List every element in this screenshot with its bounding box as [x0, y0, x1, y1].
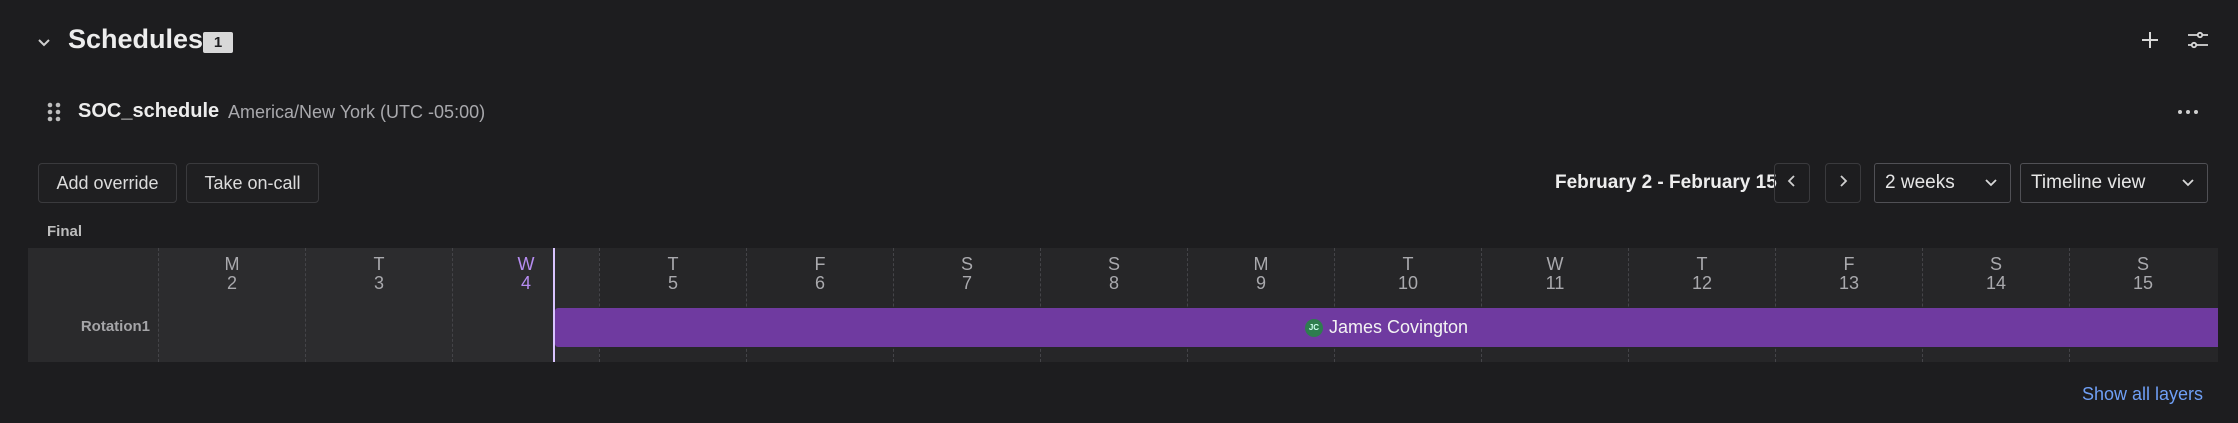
day-number: 15	[2132, 273, 2154, 293]
day-name: F	[1843, 254, 1855, 274]
chevron-left-icon	[1786, 174, 1798, 193]
schedule-timeline: Rotation1 M 2 T 3 W 4 T 5 F 6 S 7 S 8 M 9 T 10 W 11 T 12 F 13 S 1…	[28, 248, 2218, 362]
next-period-button[interactable]	[1825, 163, 1861, 203]
layer-label: Final	[47, 223, 83, 240]
period-select[interactable]: 2 weeks	[1874, 163, 2011, 203]
day-number: 9	[1255, 273, 1266, 293]
day-name: S	[960, 254, 973, 274]
day-name: T	[667, 254, 679, 274]
day-name: M	[1253, 254, 1269, 274]
date-range: February 2 - February 15	[1555, 172, 1777, 193]
rotation-label: Rotation1	[80, 318, 150, 335]
period-select-value: 2 weeks	[1885, 172, 1955, 193]
day-name: T	[1696, 254, 1708, 274]
day-name: T	[1402, 254, 1414, 274]
view-select-value: Timeline view	[2031, 172, 2146, 193]
day-name: S	[1107, 254, 1120, 274]
day-number: 6	[814, 273, 825, 293]
avatar: JC	[1304, 318, 1323, 337]
add-override-button[interactable]: Add override	[38, 163, 177, 203]
oncall-shift[interactable]: JC James Covington	[555, 308, 2218, 347]
view-select[interactable]: Timeline view	[2020, 163, 2208, 203]
collapse-toggle[interactable]	[30, 30, 58, 58]
day-name: S	[1989, 254, 2002, 274]
day-number: 2	[226, 273, 237, 293]
section-title: Schedules	[68, 24, 204, 54]
day-number: 5	[667, 273, 678, 293]
day-name: T	[373, 254, 385, 274]
day-number: 8	[1108, 273, 1119, 293]
schedule-timezone: America/New York (UTC -05:00)	[228, 102, 486, 122]
oncall-name: James Covington	[1328, 317, 1469, 337]
row-label-column: Rotation1	[28, 248, 158, 362]
current-time-indicator	[553, 248, 555, 362]
day-number: 4	[520, 273, 531, 293]
chevron-down-icon	[1984, 172, 1998, 194]
more-horizontal-icon	[2176, 103, 2200, 121]
show-all-layers-link[interactable]: Show all layers	[2082, 384, 2203, 405]
day-name: W	[517, 254, 535, 274]
take-oncall-button[interactable]: Take on-call	[186, 163, 319, 203]
count-badge: 1	[203, 32, 233, 53]
day-name: S	[2136, 254, 2149, 274]
add-schedule-button[interactable]	[2132, 24, 2168, 60]
sliders-icon	[2187, 29, 2209, 56]
filter-button[interactable]	[2180, 24, 2216, 60]
day-number: 10	[1397, 273, 1419, 293]
plus-icon	[2140, 30, 2160, 55]
chevron-right-icon	[1837, 174, 1849, 193]
day-number: 3	[373, 273, 384, 293]
day-number: 14	[1985, 273, 2007, 293]
day-number: 13	[1838, 273, 1860, 293]
day-number: 11	[1545, 273, 1565, 293]
day-column: T3	[305, 248, 452, 362]
chevron-down-icon	[2181, 172, 2195, 194]
day-name: M	[224, 254, 240, 274]
chevron-down-icon	[36, 34, 52, 55]
more-options-button[interactable]	[2172, 96, 2204, 128]
day-name: W	[1546, 254, 1564, 274]
drag-handle-icon[interactable]	[44, 100, 64, 124]
schedule-name: SOC_schedule	[78, 100, 220, 122]
day-number: 7	[961, 273, 972, 293]
prev-period-button[interactable]	[1774, 163, 1810, 203]
day-number: 12	[1691, 273, 1713, 293]
day-name: F	[814, 254, 826, 274]
day-column: M2	[158, 248, 305, 362]
